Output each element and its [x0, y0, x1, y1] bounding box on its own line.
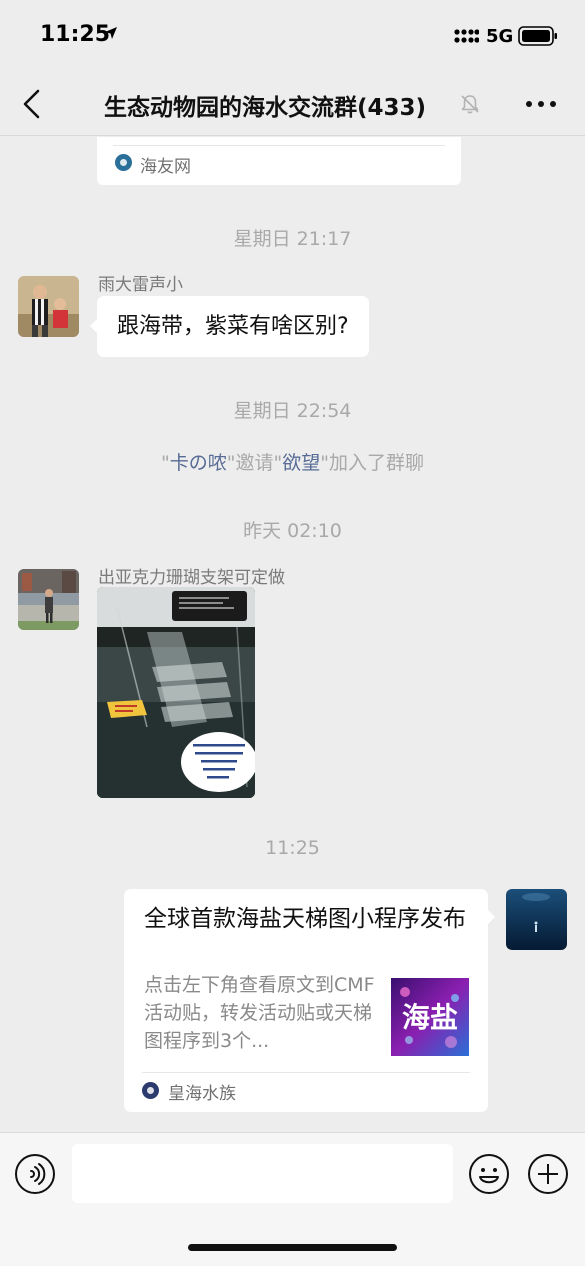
avatar-photo	[18, 276, 79, 337]
link-source: 皇海水族	[168, 1084, 236, 1104]
battery-icon	[518, 26, 557, 46]
coral-rack-photo	[97, 587, 255, 798]
link-description: 点击左下角查看原文到CMF活动贴，转发活动贴或天梯图程序到3个...	[144, 974, 375, 1052]
voice-input-icon[interactable]	[14, 1153, 56, 1195]
status-bar: 11:25 5G	[0, 0, 585, 72]
card-divider	[113, 145, 445, 146]
card-divider	[142, 1072, 470, 1073]
location-arrow-icon	[105, 27, 117, 39]
avatar-photo	[18, 569, 79, 630]
add-attachment-icon[interactable]	[527, 1153, 569, 1195]
timestamp: 星期日 21:17	[233, 228, 352, 250]
system-text: "邀请"	[226, 452, 283, 474]
network-type: 5G	[486, 26, 514, 47]
system-quote: "	[160, 452, 170, 474]
card-source: 海友网	[140, 157, 191, 177]
invitee-name[interactable]: 欲望	[282, 452, 320, 474]
timestamp: 昨天 02:10	[243, 520, 342, 542]
avatar-photo	[506, 889, 567, 950]
link-thumbnail: 海盐	[391, 978, 469, 1056]
haiyou-logo-icon	[115, 154, 132, 171]
sender-name: 出亚克力珊瑚支架可定做	[98, 568, 285, 588]
chat-title: 生态动物园的海水交流群(433)	[104, 95, 427, 121]
avatar[interactable]	[18, 276, 79, 337]
back-icon[interactable]	[14, 86, 50, 122]
home-indicator[interactable]	[188, 1244, 397, 1251]
system-text: "加入了群聊	[320, 452, 424, 474]
avatar[interactable]	[18, 569, 79, 630]
signal-icon	[454, 29, 479, 43]
status-time: 11:25	[40, 22, 111, 47]
link-title: 全球首款海盐天梯图小程序发布	[144, 906, 466, 932]
mini-program-link-card[interactable]: 全球首款海盐天梯图小程序发布 点击左下角查看原文到CMF活动贴，转发活动贴或天梯…	[124, 889, 495, 1112]
input-bar	[0, 1132, 585, 1266]
more-options-icon[interactable]	[524, 94, 558, 114]
system-notice: "卡の哝"邀请"欲望"加入了群聊	[0, 448, 585, 475]
image-message[interactable]	[97, 587, 255, 798]
thumb-text: 海盐	[402, 1001, 458, 1034]
inviter-name[interactable]: 卡の哝	[170, 452, 227, 474]
timestamp: 11:25	[265, 837, 320, 859]
message-bubble[interactable]: 跟海带，紫菜有啥区别?	[90, 296, 369, 357]
shared-link-card-partial[interactable]: 海友网	[97, 137, 461, 185]
message-input[interactable]	[72, 1144, 453, 1203]
chat-header: 生态动物园的海水交流群(433)	[0, 72, 585, 136]
message-list[interactable]: 海友网 星期日 21:17 雨大雷声小 跟海带，紫菜有啥区别? 星期日 22:5…	[0, 137, 585, 1132]
timestamp: 星期日 22:54	[233, 400, 352, 422]
mute-bell-icon	[461, 95, 479, 114]
my-avatar[interactable]	[506, 889, 567, 950]
emoji-icon[interactable]	[468, 1153, 510, 1195]
sender-name: 雨大雷声小	[98, 275, 183, 295]
huanghai-logo-icon	[142, 1082, 159, 1099]
